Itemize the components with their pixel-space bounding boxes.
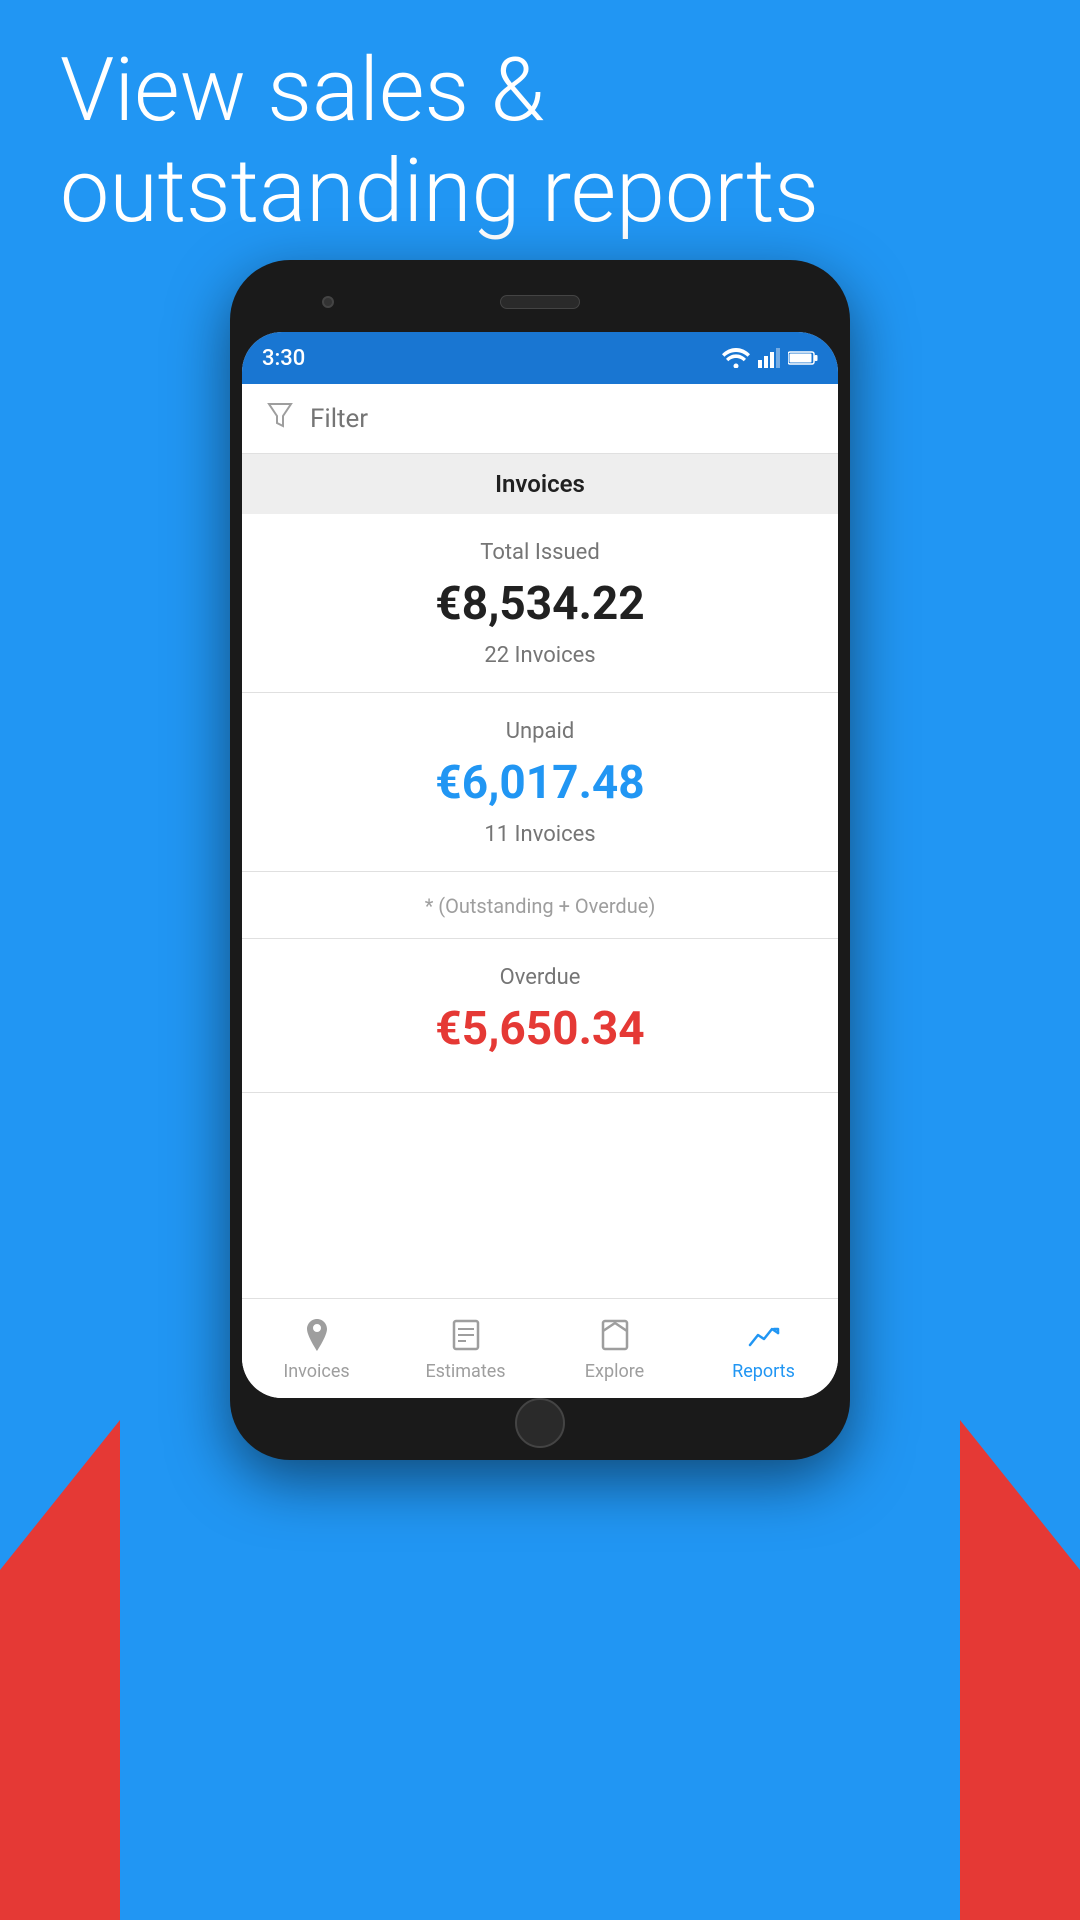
estimates-nav-label: Estimates xyxy=(425,1361,505,1382)
filter-bar[interactable]: Filter xyxy=(242,384,838,454)
nav-item-invoices[interactable]: Invoices xyxy=(242,1299,391,1398)
battery-icon xyxy=(788,350,818,366)
screen-content: Filter Invoices Total Issued €8,534.22 2… xyxy=(242,384,838,1298)
reports-nav-label: Reports xyxy=(732,1361,795,1382)
note-text: * (Outstanding + Overdue) xyxy=(425,894,656,918)
phone-screen: 3:30 xyxy=(242,332,838,1398)
phone-mockup: 3:30 xyxy=(230,260,850,1660)
filter-icon xyxy=(266,401,294,436)
total-issued-card: Total Issued €8,534.22 22 Invoices xyxy=(242,516,838,693)
phone-home-btn xyxy=(515,1398,565,1448)
unpaid-label: Unpaid xyxy=(266,719,814,744)
overdue-label: Overdue xyxy=(266,965,814,990)
total-issued-count: 22 Invoices xyxy=(266,643,814,668)
unpaid-amount: €6,017.48 xyxy=(266,756,814,810)
section-header-invoices: Invoices xyxy=(242,454,838,514)
explore-nav-icon xyxy=(595,1315,635,1355)
filter-label: Filter xyxy=(310,404,368,434)
status-bar: 3:30 xyxy=(242,332,838,384)
reports-nav-icon xyxy=(744,1315,784,1355)
status-icons xyxy=(722,348,818,368)
signal-icon xyxy=(758,348,780,368)
total-issued-amount: €8,534.22 xyxy=(266,577,814,631)
invoices-nav-icon xyxy=(297,1315,337,1355)
overdue-card: Overdue €5,650.34 xyxy=(242,941,838,1093)
nav-item-estimates[interactable]: Estimates xyxy=(391,1299,540,1398)
note-card: * (Outstanding + Overdue) xyxy=(242,874,838,939)
invoices-title: Invoices xyxy=(495,470,585,498)
total-issued-label: Total Issued xyxy=(266,540,814,565)
invoices-nav-label: Invoices xyxy=(283,1361,349,1382)
bottom-nav: Invoices Estimates xyxy=(242,1298,838,1398)
hero-line2: outstanding reports xyxy=(60,141,1020,242)
phone-speaker xyxy=(500,295,580,309)
phone-camera xyxy=(322,296,334,308)
hero-text: View sales & outstanding reports xyxy=(60,40,1020,242)
hero-line1: View sales & xyxy=(60,40,1020,141)
status-time: 3:30 xyxy=(262,346,305,371)
explore-nav-label: Explore xyxy=(585,1361,644,1382)
nav-item-reports[interactable]: Reports xyxy=(689,1299,838,1398)
estimates-nav-icon xyxy=(446,1315,486,1355)
overdue-amount: €5,650.34 xyxy=(266,1002,814,1056)
wifi-icon xyxy=(722,348,750,368)
unpaid-card: Unpaid €6,017.48 11 Invoices xyxy=(242,695,838,872)
unpaid-count: 11 Invoices xyxy=(266,822,814,847)
nav-item-explore[interactable]: Explore xyxy=(540,1299,689,1398)
